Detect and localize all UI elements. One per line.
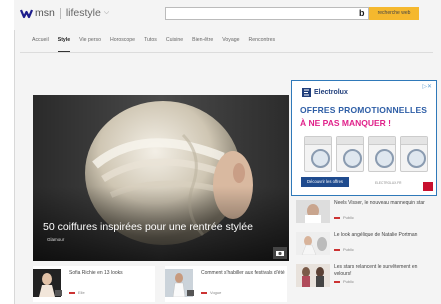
list-item[interactable]: Neels Visser, le nouveau mannequin star … [296, 200, 436, 226]
story-title: Sofia Richie en 13 looks [69, 270, 123, 276]
electrolux-logo-icon [302, 88, 311, 97]
nav-item-tutos[interactable]: Tutos [144, 37, 157, 49]
camera-icon [55, 290, 62, 296]
story-thumbnail [296, 232, 330, 255]
nav-divider [20, 52, 433, 53]
nav-item-style[interactable]: Style [57, 37, 71, 52]
camera-icon [273, 247, 287, 259]
story-source: Public [334, 247, 354, 252]
ad-subheadline: À NE PAS MANQUER ! [300, 118, 391, 128]
ad-url: ELECTROLUX.FR [375, 181, 402, 185]
story-thumbnail [296, 200, 330, 223]
story-thumbnail [296, 264, 330, 287]
hero-story[interactable]: 50 coiffures inspirées pour une rentrée … [33, 95, 289, 261]
search-button[interactable]: recherche web [369, 7, 419, 20]
washing-machine-icon [304, 136, 332, 172]
advertisement-banner[interactable]: Electrolux ▷✕ OFFRES PROMOTIONNELLES À N… [291, 80, 437, 196]
ad-brand-name: Electrolux [314, 89, 348, 96]
ad-products [304, 136, 428, 172]
nav-item-vie-perso[interactable]: Vie perso [79, 37, 101, 49]
story-source: Public [334, 215, 354, 220]
logo-divider [59, 7, 61, 19]
nav-item-voyage[interactable]: Voyage [222, 37, 239, 49]
story-title: Neels Visser, le nouveau mannequin star [334, 200, 425, 206]
story-title: Comment s'habiller aux festivals d'été [201, 270, 285, 276]
nav-item-accueil[interactable]: Accueil [32, 37, 49, 49]
msn-butterfly-icon [20, 9, 33, 18]
list-item[interactable]: Comment s'habiller aux festivals d'été V… [165, 266, 287, 302]
camera-icon [187, 290, 194, 296]
ad-choices-icon[interactable]: ▷✕ [422, 83, 432, 90]
list-item[interactable]: Les stars relancent le survêtement en ve… [296, 264, 436, 290]
nav-item-cuisine[interactable]: Cuisine [166, 37, 183, 49]
nav-item-bien-etre[interactable]: Bien-être [192, 37, 213, 49]
story-source: Elle [69, 290, 85, 295]
bottom-story-row: Sofia Richie en 13 looks Elle Comment s'… [33, 266, 289, 304]
hero-title[interactable]: 50 coiffures inspirées pour une rentrée … [43, 221, 253, 233]
section-nav: Accueil Style Vie perso Horoscope Tutos … [32, 37, 276, 52]
hero-source: Glamour [47, 237, 65, 242]
site-logo[interactable]: msn lifestyle ⌵ [20, 7, 109, 19]
brand-name: msn [35, 7, 55, 19]
nav-item-horoscope[interactable]: Horoscope [110, 37, 135, 49]
chevron-down-icon[interactable]: ⌵ [104, 9, 109, 17]
search-input[interactable] [165, 7, 369, 20]
washing-machine-icon [368, 136, 396, 172]
ad-brand: Electrolux [302, 88, 348, 97]
ad-corner-logo [423, 182, 433, 191]
washing-machine-icon [400, 136, 428, 172]
nav-item-rencontres[interactable]: Rencontres [249, 37, 276, 49]
story-source: Vogue [201, 290, 221, 295]
list-item[interactable]: Sofia Richie en 13 looks Elle [33, 266, 155, 302]
ad-headline: OFFRES PROMOTIONNELLES [300, 105, 428, 115]
story-title: Le look angélique de Natalie Portman [334, 232, 418, 238]
list-item[interactable]: Le look angélique de Natalie Portman Pub… [296, 232, 436, 258]
story-source: Public [334, 279, 354, 284]
story-title: Les stars relancent le survêtement en ve… [334, 264, 418, 277]
bing-icon: b [359, 8, 365, 18]
washing-machine-icon [336, 136, 364, 172]
hero-image [33, 95, 289, 261]
ad-cta-button[interactable]: Découvrir les offres [301, 177, 349, 187]
section-name[interactable]: lifestyle [66, 7, 101, 19]
